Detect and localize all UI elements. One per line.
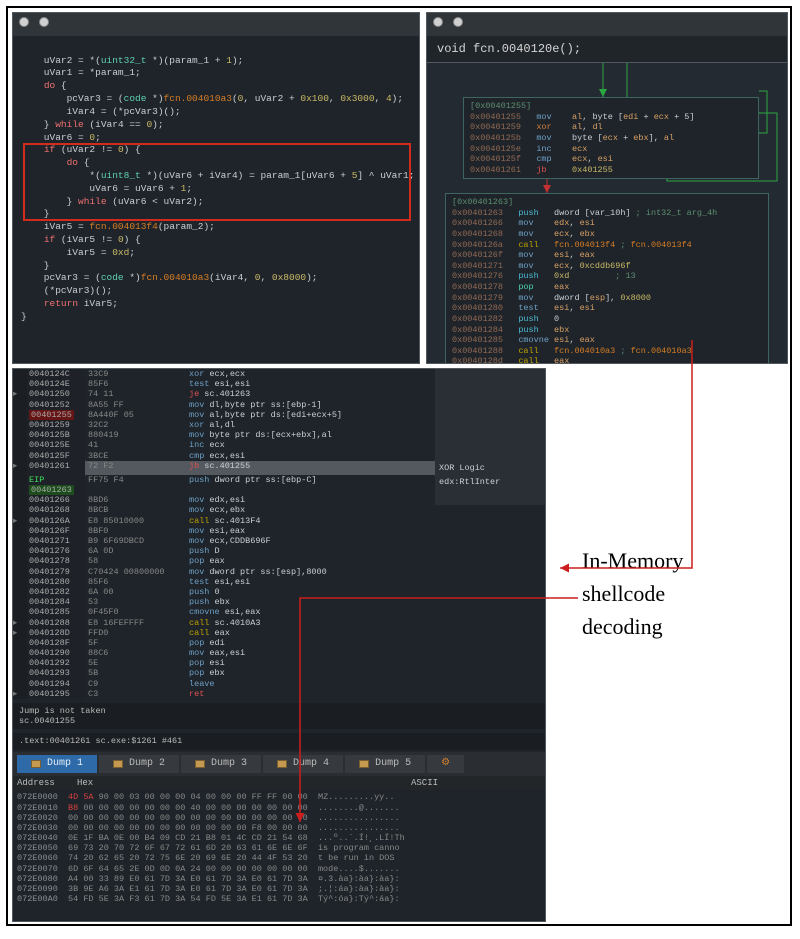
window-controls <box>13 13 419 36</box>
asm-row[interactable]: 0040125E41inc ecx <box>13 440 545 450</box>
asm-row[interactable]: 0040129088C6mov eax,esi <box>13 648 545 658</box>
basic-block-2[interactable]: [0x00401263] 0x00401263 push dword [var_… <box>445 193 769 364</box>
dump-tabs: Dump 1Dump 2Dump 3Dump 4Dump 5 ⚙ <box>13 752 545 776</box>
dump-tab[interactable]: Dump 4 <box>263 755 343 773</box>
asm-row[interactable]: 004012925Epop esi <box>13 658 545 668</box>
asm-row[interactable]: ▸00401295C3ret <box>13 689 545 699</box>
dump-tab[interactable]: Dump 2 <box>99 755 179 773</box>
asm-row[interactable]: 0040125F3BCEcmp ecx,esi <box>13 451 545 461</box>
asm-row[interactable]: 00401279C70424 00800000mov dword ptr ss:… <box>13 567 545 577</box>
asm-row[interactable]: 0040128F5Fpop edi <box>13 638 545 648</box>
asm-row[interactable]: 00401294C9leave <box>13 679 545 689</box>
asm-row[interactable]: 004012668BD6mov edx,esi <box>13 495 545 505</box>
asm-row[interactable]: 0040124E85F6test esi,esi <box>13 379 545 389</box>
asm-row[interactable]: 004012688BCBmov ecx,ebx <box>13 505 545 515</box>
dump-tab[interactable]: Dump 5 <box>345 755 425 773</box>
dump-tab[interactable]: Dump 3 <box>181 755 261 773</box>
asm-row[interactable]: ▸0040128DFFD0call eax <box>13 628 545 638</box>
function-title: void fcn.0040120e(); <box>427 36 787 63</box>
location-status: .text:00401261 sc.exe:$1261 #461 <box>13 733 545 749</box>
asm-row[interactable]: EIP 00401263FF75 F4push dword ptr ss:[eb… <box>13 475 545 495</box>
asm-row[interactable]: ▸00401288E8 16FEFFFFcall sc.4010A3 <box>13 618 545 628</box>
asm-row[interactable]: 0040125B880419mov byte ptr ds:[ecx+ebx],… <box>13 430 545 440</box>
decompile-pane: uVar2 = *(uint32_t *)(param_1 + 1); uVar… <box>12 12 420 364</box>
decompile-code[interactable]: uVar2 = *(uint32_t *)(param_1 + 1); uVar… <box>13 36 419 330</box>
asm-row[interactable]: 004012850F45F0cmovne esi,eax <box>13 607 545 617</box>
dump-icon <box>113 760 123 768</box>
asm-row[interactable]: 004012528A55 FFmov dl,byte ptr ss:[ebp-1… <box>13 400 545 410</box>
dump-icon <box>359 760 369 768</box>
watch-tab[interactable]: ⚙ <box>427 755 464 773</box>
dump-icon <box>277 760 287 768</box>
asm-row[interactable]: 004012935Bpop ebx <box>13 668 545 678</box>
watchdog-icon: ⚙ <box>441 758 450 770</box>
asm-row[interactable]: 0040125932C2xor al,dl <box>13 420 545 430</box>
hex-header: Address Hex ASCII <box>13 776 545 791</box>
close-icon[interactable] <box>433 17 443 27</box>
dump-tab[interactable]: Dump 1 <box>17 755 97 773</box>
asm-row[interactable]: 0040124C33C9xor ecx,ecx <box>13 369 545 379</box>
asm-row[interactable]: 0040127858pop eax <box>13 556 545 566</box>
asm-row[interactable]: 004012766A 0Dpush D <box>13 546 545 556</box>
asm-row[interactable]: 00401271B9 6F69DBCDmov ecx,CDDB696F <box>13 536 545 546</box>
asm-row[interactable]: ▸0040126AE8 85010000call sc.4013F4 <box>13 516 545 526</box>
window-controls <box>427 13 787 36</box>
minimize-icon[interactable] <box>39 17 49 27</box>
annotation-label: In-Memory shellcode decoding <box>582 544 780 643</box>
asm-row[interactable]: 0040128085F6test esi,esi <box>13 577 545 587</box>
disassembly-listing[interactable]: 0040124C33C9xor ecx,ecx0040124E85F6test … <box>13 369 545 699</box>
hex-dump[interactable]: 072E0000 4D 5A 90 00 03 00 00 00 04 00 0… <box>13 790 545 906</box>
debugger-pane: 0040124C33C9xor ecx,ecx0040124E85F6test … <box>12 368 546 922</box>
asm-row[interactable]: 004012558A440F 05mov al,byte ptr ds:[edi… <box>13 410 545 420</box>
asm-row[interactable]: 0040126F8BF0mov esi,eax <box>13 526 545 536</box>
asm-row[interactable]: 0040128453push ebx <box>13 597 545 607</box>
jump-status: Jump is not taken sc.00401255 <box>13 703 545 729</box>
graph-pane: void fcn.0040120e(); [0x00401255] 0x0040… <box>426 12 788 364</box>
dump-icon <box>195 760 205 768</box>
asm-row[interactable]: ▸0040126172 F2jb sc.401255XOR Logic <box>13 461 545 475</box>
graph-area[interactable]: [0x00401255] 0x00401255 mov al, byte [ed… <box>427 63 787 364</box>
basic-block-1[interactable]: [0x00401255] 0x00401255 mov al, byte [ed… <box>463 97 759 179</box>
asm-row[interactable]: ▸0040125074 11je sc.401263 <box>13 389 545 399</box>
minimize-icon[interactable] <box>453 17 463 27</box>
dump-icon <box>31 760 41 768</box>
asm-row[interactable]: 004012826A 00push 0 <box>13 587 545 597</box>
close-icon[interactable] <box>19 17 29 27</box>
